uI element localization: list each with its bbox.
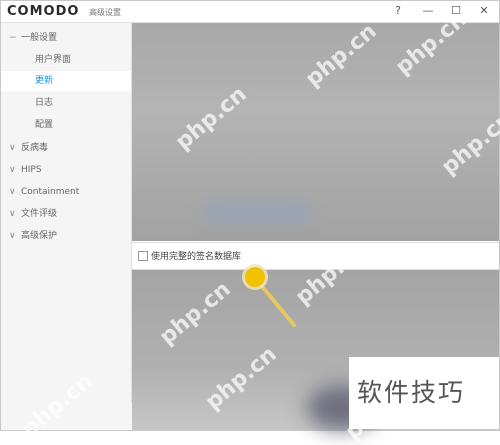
window-title: 高级设置 (89, 8, 121, 17)
maximize-button[interactable]: ☐ (447, 3, 465, 19)
chevron-down-icon: ∨ (9, 231, 16, 241)
sidebar-item-user-interface[interactable]: 用户界面 (1, 50, 131, 70)
watermark-badge-text: 软件技巧 (357, 378, 466, 407)
chevron-down-icon: ∨ (9, 209, 16, 219)
sidebar-group-advanced-protection[interactable]: ∨ 高级保护 (9, 229, 57, 243)
chevron-down-icon: ∨ (9, 187, 16, 197)
sidebar-group-label: 一般设置 (21, 33, 58, 43)
sidebar-item-update[interactable]: 更新 (1, 71, 131, 91)
chevron-down-icon: ∨ (9, 165, 16, 175)
sidebar-item-label: 日志 (35, 98, 54, 108)
sidebar-footer (1, 403, 131, 430)
pointer-dot (245, 267, 265, 287)
sidebar-item-label: 更新 (35, 76, 54, 86)
title-bar: COMODO 高级设置 ? — ☐ ✕ (1, 1, 499, 23)
sidebar-group-antivirus[interactable]: ∨ 反病毒 (9, 141, 48, 155)
sidebar-group-hips[interactable]: ∨ HIPS (9, 163, 42, 177)
settings-window: COMODO 高级设置 ? — ☐ ✕ − 一般设置 用户界面 更新 日志 配置 … (0, 0, 500, 445)
watermark-badge: 软件技巧 (349, 357, 499, 429)
blurred-spot (202, 203, 312, 223)
sidebar-group-general[interactable]: − 一般设置 (9, 31, 57, 45)
sidebar-group-label: 高级保护 (21, 231, 58, 241)
full-signature-database-label: 使用完整的签名数据库 (151, 252, 242, 262)
sidebar-group-containment[interactable]: ∨ Containment (9, 185, 79, 199)
blurred-region-top (132, 23, 499, 241)
comodo-logo: COMODO (7, 4, 80, 19)
sidebar-item-logs[interactable]: 日志 (1, 93, 131, 113)
sidebar-group-label: Containment (21, 187, 80, 197)
sidebar-group-label: 反病毒 (21, 143, 49, 153)
minimize-button[interactable]: — (419, 3, 437, 19)
collapse-icon: − (9, 33, 17, 43)
sidebar-item-label: 配置 (35, 120, 54, 130)
chevron-down-icon: ∨ (9, 143, 16, 153)
sidebar-group-label: 文件评级 (21, 209, 58, 219)
settings-sidebar: − 一般设置 用户界面 更新 日志 配置 ∨ 反病毒 ∨ HIPS ∨ Containm… (1, 23, 132, 403)
sidebar-group-label: HIPS (21, 165, 42, 175)
help-button[interactable]: ? (389, 3, 407, 19)
sidebar-item-label: 用户界面 (35, 55, 72, 65)
pointer-annotation-icon (242, 264, 296, 327)
close-button[interactable]: ✕ (475, 3, 493, 19)
sidebar-group-file-rating[interactable]: ∨ 文件评级 (9, 207, 57, 221)
sidebar-item-configuration[interactable]: 配置 (1, 115, 131, 135)
full-signature-database-option[interactable]: 使用完整的签名数据库 (132, 242, 499, 270)
full-signature-database-checkbox[interactable] (138, 251, 148, 261)
